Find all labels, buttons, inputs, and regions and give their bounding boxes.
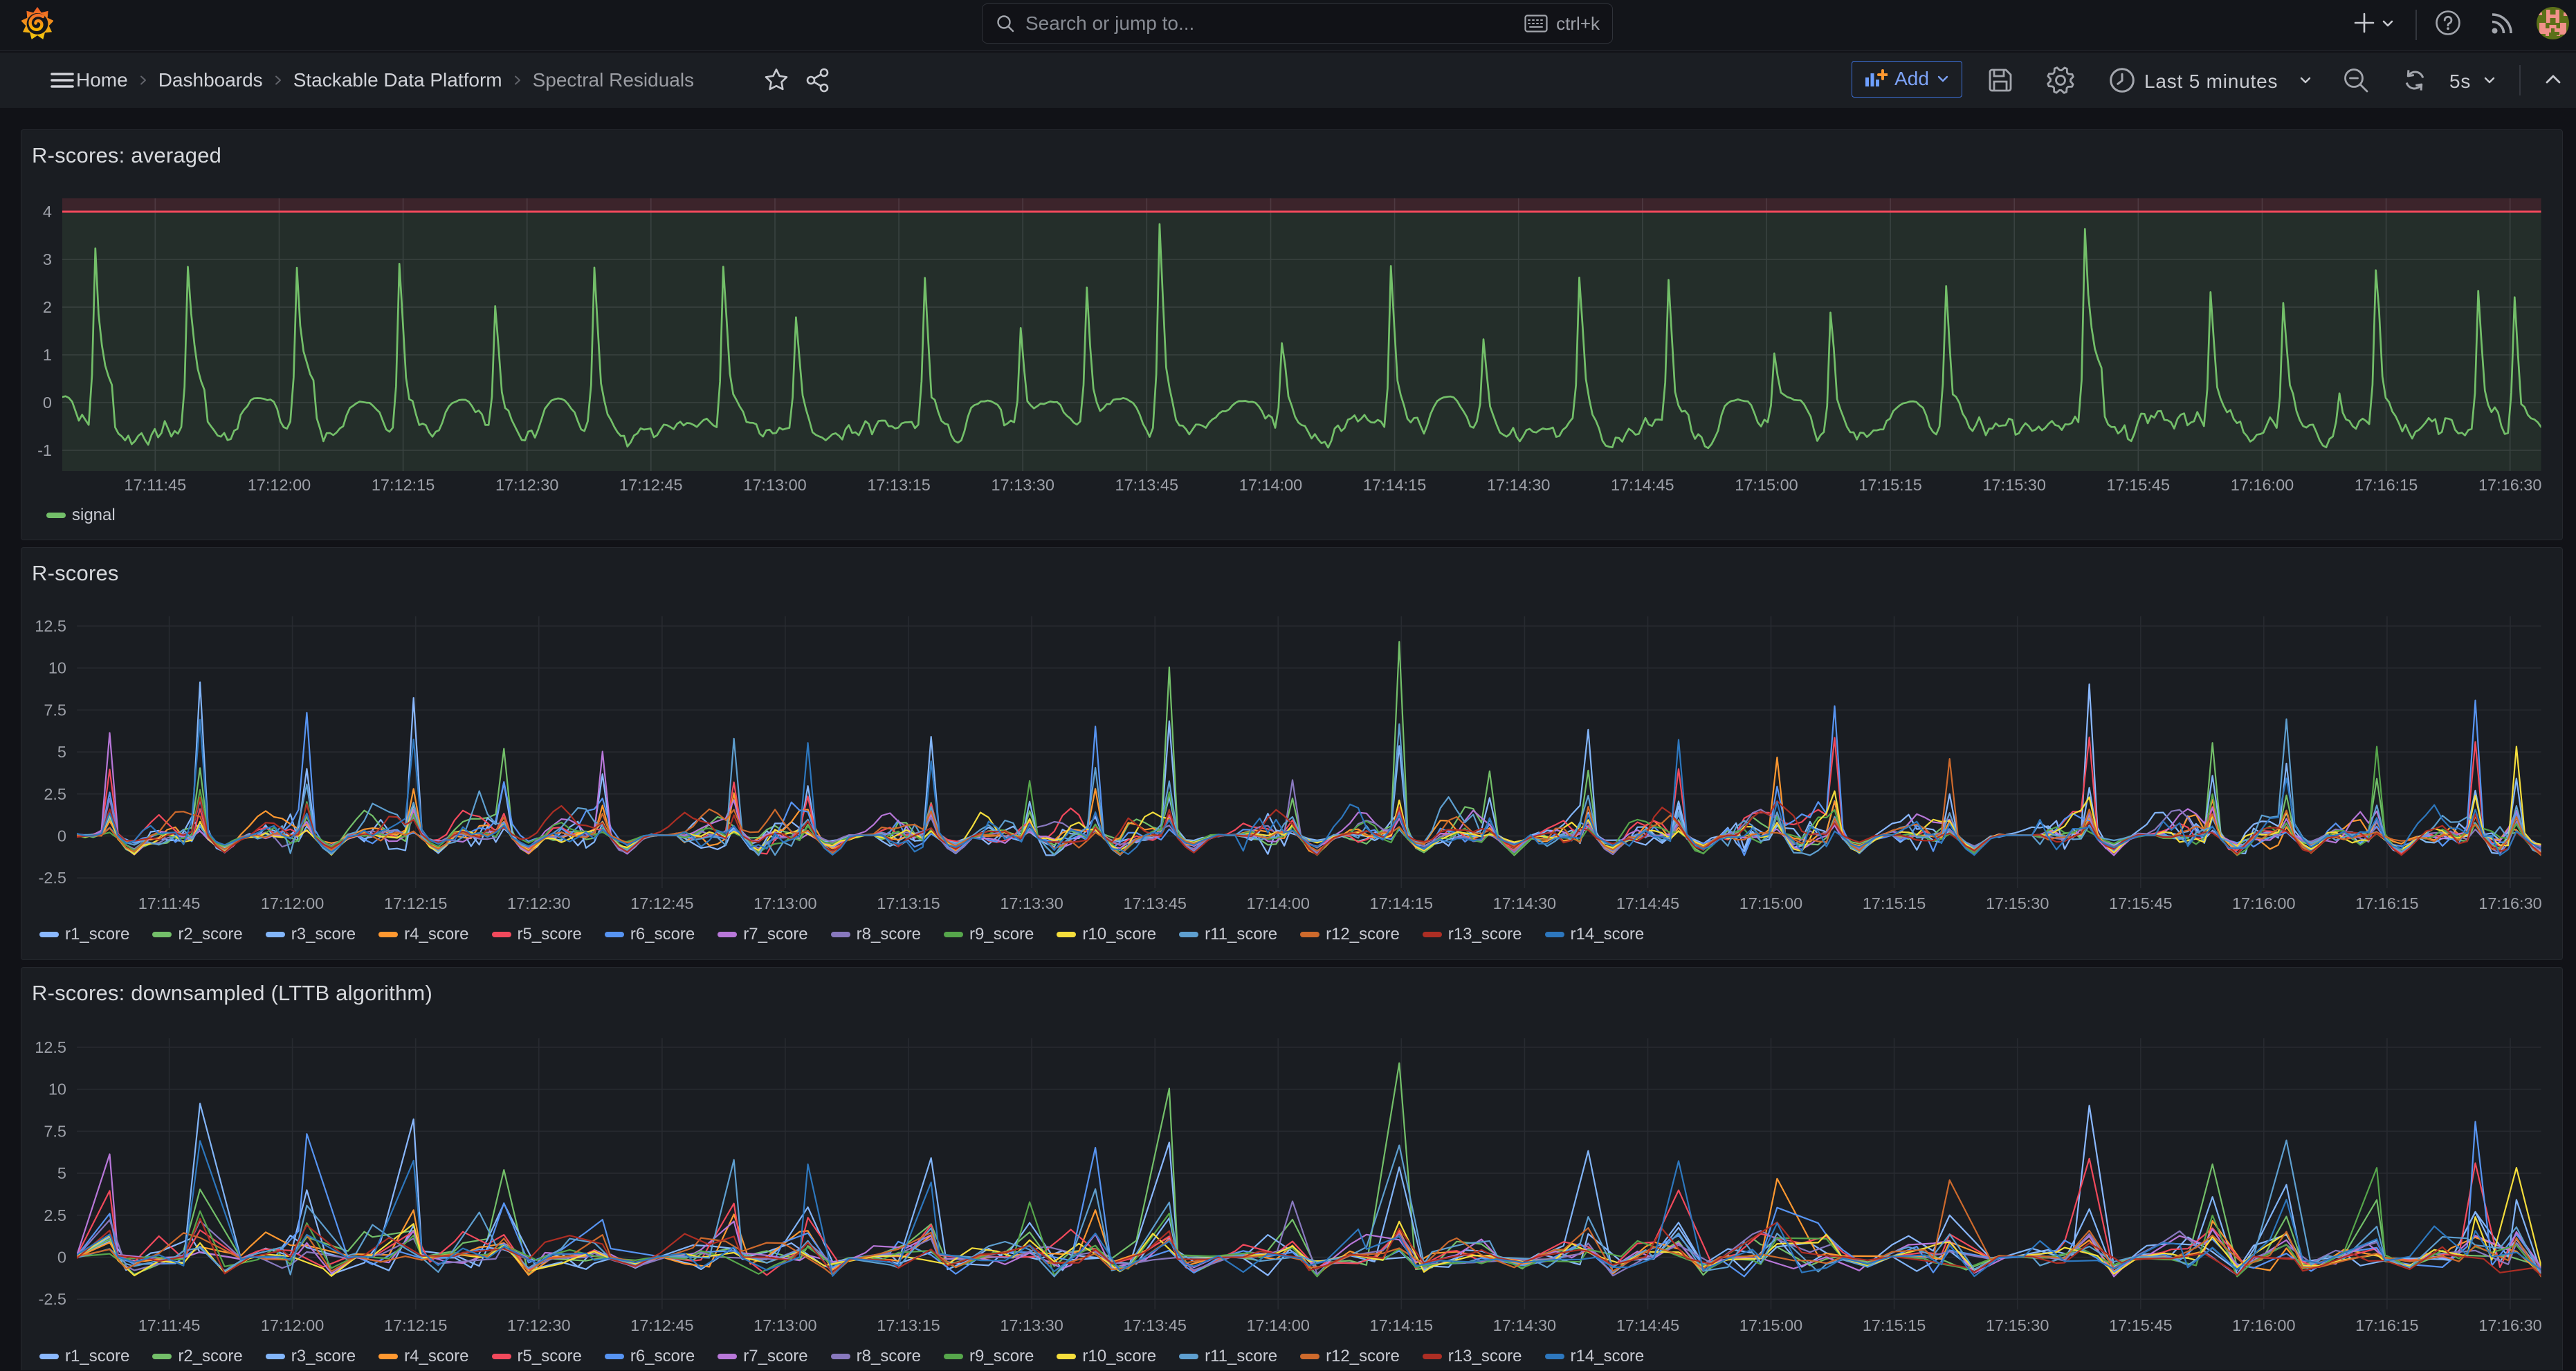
svg-text:17:15:45: 17:15:45: [2109, 894, 2172, 912]
svg-text:17:12:15: 17:12:15: [384, 894, 447, 912]
svg-text:17:16:15: 17:16:15: [2355, 476, 2418, 494]
svg-text:17:11:45: 17:11:45: [138, 1316, 201, 1334]
svg-text:17:15:00: 17:15:00: [1739, 1316, 1802, 1334]
svg-text:17:11:45: 17:11:45: [124, 476, 186, 494]
svg-text:17:13:30: 17:13:30: [991, 476, 1054, 494]
svg-text:17:16:15: 17:16:15: [2355, 1316, 2418, 1334]
svg-text:17:12:15: 17:12:15: [384, 1316, 447, 1334]
svg-text:17:12:45: 17:12:45: [630, 894, 693, 912]
svg-text:0: 0: [43, 394, 52, 412]
svg-text:17:12:30: 17:12:30: [507, 894, 570, 912]
svg-text:0: 0: [57, 827, 66, 845]
svg-text:17:14:00: 17:14:00: [1246, 1316, 1309, 1334]
svg-text:17:12:15: 17:12:15: [372, 476, 435, 494]
svg-text:-1: -1: [37, 441, 52, 459]
svg-text:17:14:00: 17:14:00: [1246, 894, 1309, 912]
svg-text:7.5: 7.5: [44, 701, 66, 719]
svg-text:17:15:00: 17:15:00: [1739, 894, 1802, 912]
svg-text:17:14:15: 17:14:15: [1370, 1316, 1433, 1334]
svg-text:7.5: 7.5: [44, 1122, 66, 1140]
svg-text:5: 5: [57, 743, 66, 761]
svg-text:17:13:00: 17:13:00: [743, 476, 806, 494]
svg-text:17:13:30: 17:13:30: [1000, 894, 1063, 912]
svg-text:10: 10: [48, 659, 66, 677]
svg-text:17:13:00: 17:13:00: [753, 1316, 816, 1334]
svg-text:17:14:45: 17:14:45: [1616, 1316, 1679, 1334]
svg-text:17:16:15: 17:16:15: [2355, 894, 2418, 912]
svg-text:17:16:30: 17:16:30: [2478, 1316, 2541, 1334]
svg-text:2.5: 2.5: [44, 785, 66, 803]
svg-text:12.5: 12.5: [35, 1038, 66, 1056]
svg-text:-2.5: -2.5: [39, 869, 67, 887]
svg-text:17:15:45: 17:15:45: [2109, 1316, 2172, 1334]
svg-text:17:14:45: 17:14:45: [1616, 894, 1679, 912]
svg-text:17:12:30: 17:12:30: [507, 1316, 570, 1334]
svg-text:17:16:30: 17:16:30: [2478, 894, 2541, 912]
svg-text:17:14:45: 17:14:45: [1611, 476, 1674, 494]
svg-text:5: 5: [57, 1164, 66, 1182]
svg-text:17:15:30: 17:15:30: [1986, 894, 2049, 912]
svg-text:17:16:00: 17:16:00: [2231, 476, 2294, 494]
svg-text:17:13:00: 17:13:00: [753, 894, 816, 912]
svg-text:17:13:15: 17:13:15: [867, 476, 930, 494]
svg-text:17:15:45: 17:15:45: [2107, 476, 2170, 494]
svg-text:-2.5: -2.5: [39, 1290, 67, 1308]
svg-text:12.5: 12.5: [35, 617, 66, 635]
svg-text:17:11:45: 17:11:45: [138, 894, 201, 912]
svg-text:10: 10: [48, 1080, 66, 1098]
svg-text:2.5: 2.5: [44, 1206, 66, 1224]
svg-text:17:12:45: 17:12:45: [619, 476, 682, 494]
svg-text:4: 4: [43, 203, 52, 221]
svg-text:17:12:00: 17:12:00: [261, 894, 324, 912]
svg-text:17:13:15: 17:13:15: [877, 1316, 940, 1334]
svg-text:1: 1: [43, 346, 52, 364]
svg-text:17:12:45: 17:12:45: [630, 1316, 693, 1334]
svg-text:17:12:00: 17:12:00: [248, 476, 311, 494]
svg-text:17:14:15: 17:14:15: [1363, 476, 1426, 494]
svg-text:17:15:15: 17:15:15: [1858, 476, 1921, 494]
svg-text:17:15:15: 17:15:15: [1863, 894, 1926, 912]
svg-text:17:16:00: 17:16:00: [2232, 1316, 2295, 1334]
svg-text:17:14:30: 17:14:30: [1487, 476, 1550, 494]
svg-text:17:14:30: 17:14:30: [1493, 1316, 1556, 1334]
svg-text:17:15:30: 17:15:30: [1986, 1316, 2049, 1334]
svg-text:17:14:30: 17:14:30: [1493, 894, 1556, 912]
svg-text:17:14:00: 17:14:00: [1239, 476, 1302, 494]
svg-text:17:13:30: 17:13:30: [1000, 1316, 1063, 1334]
svg-text:17:15:15: 17:15:15: [1863, 1316, 1926, 1334]
svg-text:0: 0: [57, 1249, 66, 1267]
svg-text:17:14:15: 17:14:15: [1370, 894, 1433, 912]
svg-text:17:16:00: 17:16:00: [2232, 894, 2295, 912]
svg-text:17:16:30: 17:16:30: [2478, 476, 2541, 494]
svg-text:17:12:00: 17:12:00: [261, 1316, 324, 1334]
svg-text:2: 2: [43, 298, 52, 316]
svg-text:17:15:00: 17:15:00: [1735, 476, 1798, 494]
svg-text:17:12:30: 17:12:30: [495, 476, 558, 494]
svg-text:17:13:15: 17:13:15: [877, 894, 940, 912]
svg-text:17:13:45: 17:13:45: [1115, 476, 1178, 494]
svg-text:17:13:45: 17:13:45: [1123, 894, 1186, 912]
svg-text:17:13:45: 17:13:45: [1123, 1316, 1186, 1334]
svg-text:3: 3: [43, 250, 52, 268]
svg-text:17:15:30: 17:15:30: [1982, 476, 2045, 494]
